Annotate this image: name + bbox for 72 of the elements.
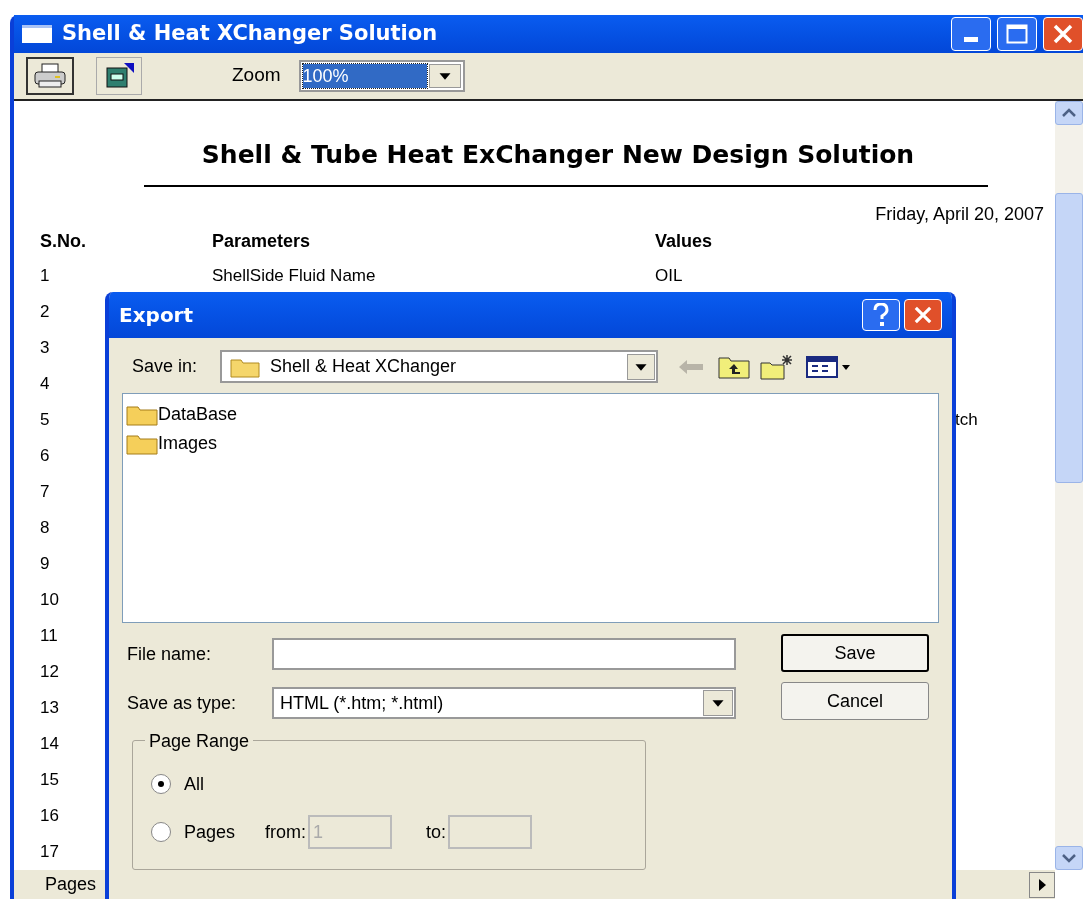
cancel-button[interactable]: Cancel (781, 682, 929, 720)
table-cell: 16 (40, 806, 59, 826)
table-cell: 10 (40, 590, 59, 610)
scrollbar-thumb[interactable] (1055, 192, 1083, 483)
file-list[interactable]: DataBase Images (122, 393, 939, 623)
table-cell: tch (955, 410, 978, 430)
up-folder-icon[interactable] (718, 354, 750, 379)
minimize-button[interactable] (951, 16, 991, 51)
window-title: Shell & Heat XChanger Solution (62, 20, 438, 48)
new-folder-icon[interactable] (760, 353, 794, 380)
report-title: Shell & Tube Heat ExChanger New Design Solution (200, 138, 916, 171)
table-cell: 1 (40, 266, 50, 286)
table-cell: 7 (40, 482, 50, 502)
export-button[interactable] (96, 56, 142, 95)
scroll-down-button[interactable] (1055, 846, 1083, 870)
notebook-icon (104, 62, 134, 89)
dialog-title: Export (119, 302, 194, 329)
file-item[interactable]: Images (126, 429, 218, 458)
save-as-type-dropdown[interactable]: HTML (*.htm; *.html) (272, 687, 736, 719)
minimize-icon (964, 36, 978, 42)
table-cell: OIL (655, 266, 683, 286)
right-arrow-icon (1037, 877, 1047, 892)
folder-icon (126, 432, 158, 455)
to-field[interactable] (448, 815, 533, 849)
close-icon (914, 306, 932, 324)
radio-option[interactable]: Pages (151, 818, 236, 846)
zoom-label: Zoom (232, 63, 281, 88)
close-button[interactable] (904, 299, 942, 331)
table-cell: 4 (40, 374, 50, 394)
maximize-icon (1006, 23, 1028, 44)
from-label: from: (265, 820, 307, 844)
printer-icon (33, 62, 67, 89)
table-cell: 14 (40, 734, 59, 754)
file-name-label: File name: (127, 642, 213, 666)
window-icon (22, 24, 52, 43)
table-cell: 11 (40, 626, 58, 646)
vertical-scrollbar[interactable] (1055, 100, 1083, 870)
save-button[interactable]: Save (781, 634, 929, 672)
table-cell: 2 (40, 302, 50, 322)
table-cell: 15 (40, 770, 59, 790)
close-button[interactable] (1043, 16, 1083, 51)
help-icon (873, 303, 889, 327)
file-name-field[interactable] (272, 638, 736, 670)
column-header: S.No. (40, 229, 87, 253)
table-cell: 3 (40, 338, 50, 358)
table-cell: ShellSide Fluid Name (212, 266, 376, 286)
table-cell: 6 (40, 446, 50, 466)
save-as-type-label: Save as type: (127, 691, 238, 715)
table-cell: 8 (40, 518, 50, 538)
scroll-up-button[interactable] (1055, 100, 1083, 125)
table-cell: 17 (40, 842, 59, 862)
print-button[interactable] (26, 56, 74, 95)
column-header: Parameters (212, 229, 312, 253)
maximize-button[interactable] (997, 16, 1037, 51)
table-cell: 9 (40, 554, 50, 574)
save-in-dropdown[interactable]: Shell & Heat XChanger (220, 350, 658, 383)
help-button[interactable] (862, 299, 900, 331)
report-date: Friday, April 20, 2007 (875, 203, 1044, 226)
table-cell: 5 (40, 410, 50, 430)
to-label: to: (426, 820, 447, 844)
zoom-dropdown[interactable]: 100% (298, 59, 465, 92)
table-cell: 12 (40, 662, 59, 682)
close-icon (1053, 23, 1073, 44)
radio-option[interactable]: All (151, 770, 204, 798)
scroll-right-button[interactable] (1029, 871, 1055, 898)
folder-icon (126, 403, 158, 426)
view-menu-icon[interactable] (806, 354, 852, 379)
column-header: Values (655, 229, 714, 253)
save-in-label: Save in: (132, 355, 199, 378)
table-cell: 13 (40, 698, 59, 718)
status-text: Pages (45, 873, 97, 896)
file-item[interactable]: DataBase (126, 400, 238, 429)
